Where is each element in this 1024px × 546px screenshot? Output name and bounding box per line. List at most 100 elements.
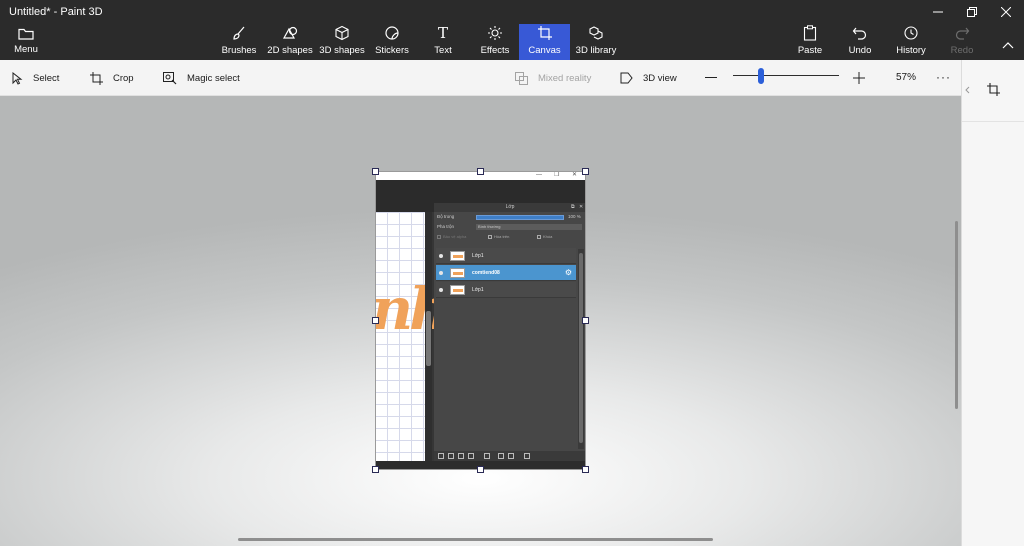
layer-thumbnail [450,268,465,278]
top-ribbon: Untitled* - Paint 3D Menu Brushes 2D sha… [0,0,1024,60]
tool-canvas-label: Canvas [528,45,561,56]
opacity-label: Độ trong [437,214,455,219]
opacity-bar [476,215,564,220]
layers-footer-toolbar [434,451,586,461]
tool-canvas[interactable]: Canvas [519,24,570,60]
3d-view-icon [620,72,633,84]
menu-button[interactable]: Menu [6,26,46,58]
resize-handle-top[interactable] [477,168,484,175]
tool-3d-shapes-label: 3D shapes [319,45,365,56]
layer-thumbnail [450,251,465,261]
restore-button[interactable] [955,0,989,24]
horizontal-scrollbar[interactable] [238,538,713,541]
vertical-scrollbar[interactable] [955,221,958,409]
zoom-in-icon[interactable] [853,72,865,84]
trash-icon [524,453,530,459]
history-button[interactable]: History [894,24,928,60]
crop-icon [90,71,103,85]
copy-layer-icon [498,453,504,459]
opacity-value: 100 % [568,214,581,219]
sticker-icon [385,26,399,40]
clipboard-icon [803,25,817,41]
layer-name: Lớp1 [472,253,484,259]
zoom-slider-track[interactable] [733,75,839,76]
embedded-scroll-thumb [426,311,431,366]
tool-2d-shapes[interactable]: 2D shapes [267,24,313,60]
zoom-percent[interactable]: 57% [896,72,916,83]
tool-stickers[interactable]: Stickers [372,24,412,60]
resize-handle-bottom-right[interactable] [582,466,589,473]
3d-view-button[interactable]: 3D view [620,60,677,96]
visibility-icon [439,288,443,292]
window-title: Untitled* - Paint 3D [9,6,103,18]
select-button[interactable]: Select [12,60,59,96]
2d-shapes-icon [282,26,298,39]
undo-button[interactable]: Undo [846,24,874,60]
zoom-out-icon[interactable] [705,77,717,78]
minimize-button[interactable] [921,0,955,24]
panel-collapse-chevron-icon[interactable] [965,86,970,94]
gear-icon: ⚙ [564,268,572,277]
visibility-icon [439,271,443,275]
redo-label: Redo [950,45,974,56]
tool-text-label: Text [434,45,452,56]
mixed-reality-button[interactable]: Mixed reality [515,60,591,96]
crop-label: Crop [113,72,134,84]
layer-row: Lớp1 [436,248,576,264]
tool-2d-shapes-label: 2D shapes [267,45,313,56]
tool-3d-library[interactable]: 3D library [574,24,618,60]
resize-handle-bottom[interactable] [477,466,484,473]
resize-handle-top-left[interactable] [372,168,379,175]
resize-handle-right[interactable] [582,317,589,324]
folder-icon [18,28,34,40]
history-icon [904,26,918,40]
resize-handle-bottom-left[interactable] [372,466,379,473]
tool-text[interactable]: T Text [425,24,461,60]
layer-name: comtiend08 [472,270,500,276]
tool-3d-shapes[interactable]: 3D shapes [319,24,365,60]
text-icon: T [437,24,448,42]
new-vector-icon [458,453,464,459]
tool-effects[interactable]: Effects [476,24,514,60]
magic-select-button[interactable]: Magic select [163,60,240,96]
collapse-ribbon-button[interactable] [1002,36,1014,54]
tool-stickers-label: Stickers [375,45,409,56]
layer-name: Lớp1 [472,287,484,293]
drawing-canvas[interactable]: — ❐ ✕ nh Lớp ⧉ ✕ Độ trong 100 % Pha trộn… [375,171,586,470]
canvas-toolbar: Select Crop Magic select Mixed reality 3… [0,60,961,96]
close-window-button[interactable] [989,0,1023,24]
blend-label: Pha trộn [437,224,455,229]
crop-button[interactable]: Crop [90,60,134,96]
tool-brushes-label: Brushes [221,45,257,56]
redo-button[interactable]: Redo [948,24,976,60]
new-layer-icon [438,453,444,459]
mixed-reality-label: Mixed reality [538,72,592,84]
sun-icon [488,26,502,40]
select-label: Select [33,72,60,84]
more-options-button[interactable]: ··· [936,70,951,84]
resize-handle-left[interactable] [372,317,379,324]
lock-check: Khóa [537,234,552,239]
chevron-up-icon [1002,42,1014,49]
undo-icon [852,27,867,40]
redo-icon [955,27,970,40]
cube-icon [335,25,349,41]
cursor-icon [12,71,23,85]
layer-thumbnail [450,285,465,295]
resize-handle-top-right[interactable] [582,168,589,175]
paste-button[interactable]: Paste [795,24,825,60]
embedded-minimize-icon: — [536,172,542,178]
layer-row: Lớp1 [436,282,576,298]
zoom-slider-thumb[interactable] [758,68,764,84]
restore-icon [967,7,977,17]
side-panel-header [962,60,1024,122]
layers-panel-title: Lớp [434,203,586,212]
embedded-maximize-icon: ❐ [554,172,560,178]
mixed-reality-icon [515,71,528,85]
3d-view-label: 3D view [643,72,677,84]
canvas-panel-icon [987,83,1000,96]
layers-panel-close-icon: ✕ [579,204,584,210]
tool-brushes[interactable]: Brushes [220,24,258,60]
blend-select: Bình thường [476,224,582,230]
alpha-lock-check: Bảo vệ alpha [437,234,466,239]
